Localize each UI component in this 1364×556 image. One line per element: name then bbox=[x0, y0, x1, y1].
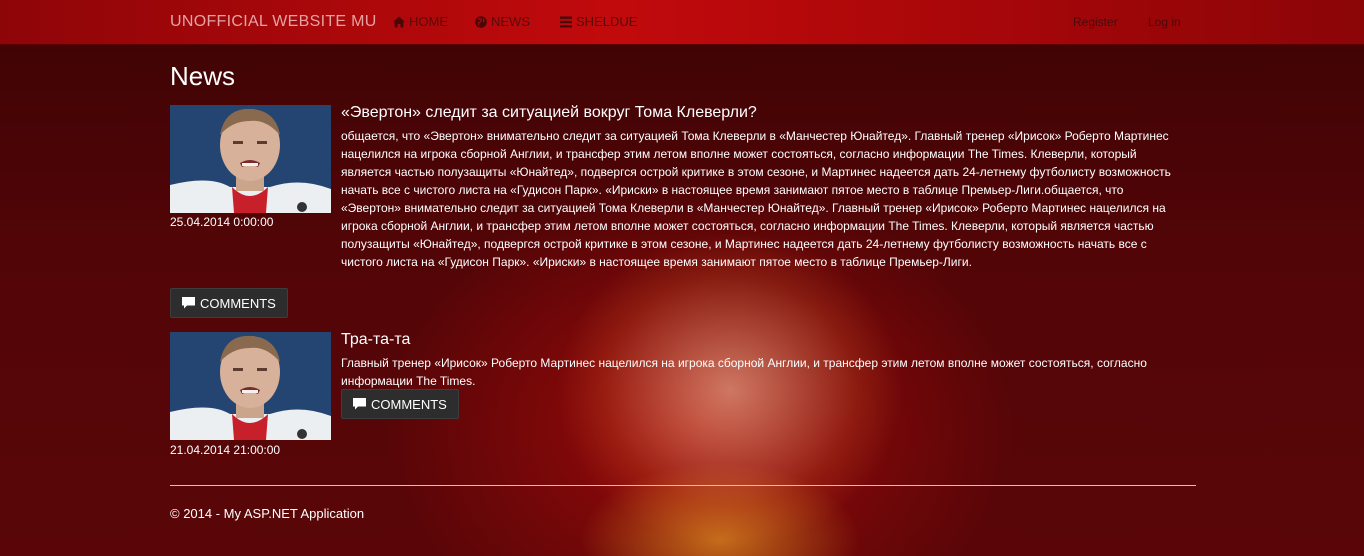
comments-button-label: COMMENTS bbox=[371, 396, 447, 412]
nav-news-label: NEWS bbox=[491, 14, 530, 29]
news-thumbnail[interactable] bbox=[170, 332, 331, 440]
list-icon bbox=[560, 16, 572, 27]
nav-sheldue[interactable]: SHELDUE bbox=[560, 14, 637, 29]
register-link[interactable]: Register bbox=[1073, 15, 1118, 29]
news-date: 21.04.2014 21:00:00 bbox=[170, 443, 281, 457]
footer-text: © 2014 - My ASP.NET Application bbox=[170, 506, 365, 521]
brand-link[interactable]: UNOFFICIAL WEBSITE MU bbox=[170, 13, 377, 31]
comments-button[interactable]: COMMENTS bbox=[341, 389, 459, 419]
nav-sheldue-label: SHELDUE bbox=[576, 14, 638, 29]
login-link[interactable]: Log in bbox=[1148, 15, 1181, 29]
globe-icon bbox=[475, 15, 487, 28]
comment-icon bbox=[182, 297, 195, 309]
navbar: UNOFFICIAL WEBSITE MU HOME NEWS SHELDUE … bbox=[0, 0, 1364, 45]
nav-home[interactable]: HOME bbox=[393, 14, 448, 29]
comments-button-label: COMMENTS bbox=[200, 295, 276, 311]
nav-home-label: HOME bbox=[409, 14, 448, 29]
comments-button[interactable]: COMMENTS bbox=[170, 288, 288, 318]
news-date: 25.04.2014 0:00:00 bbox=[170, 215, 274, 229]
comment-icon bbox=[353, 398, 366, 410]
page-title: News bbox=[170, 61, 236, 91]
news-title[interactable]: Тра-та-та bbox=[341, 331, 410, 349]
home-icon bbox=[393, 16, 405, 27]
news-title[interactable]: «Эвертон» следит за ситуацией вокруг Том… bbox=[341, 104, 757, 122]
news-body: общается, что «Эвертон» внимательно след… bbox=[341, 129, 1171, 269]
footer-divider bbox=[170, 485, 1196, 486]
news-body: Главный тренер «Ирисок» Роберто Мартинес… bbox=[341, 356, 1147, 388]
nav-news[interactable]: NEWS bbox=[475, 14, 530, 29]
news-thumbnail[interactable] bbox=[170, 105, 331, 213]
main-content: News 25.04.2014 0:00:00 «Эвертон» следит… bbox=[0, 0, 1364, 556]
